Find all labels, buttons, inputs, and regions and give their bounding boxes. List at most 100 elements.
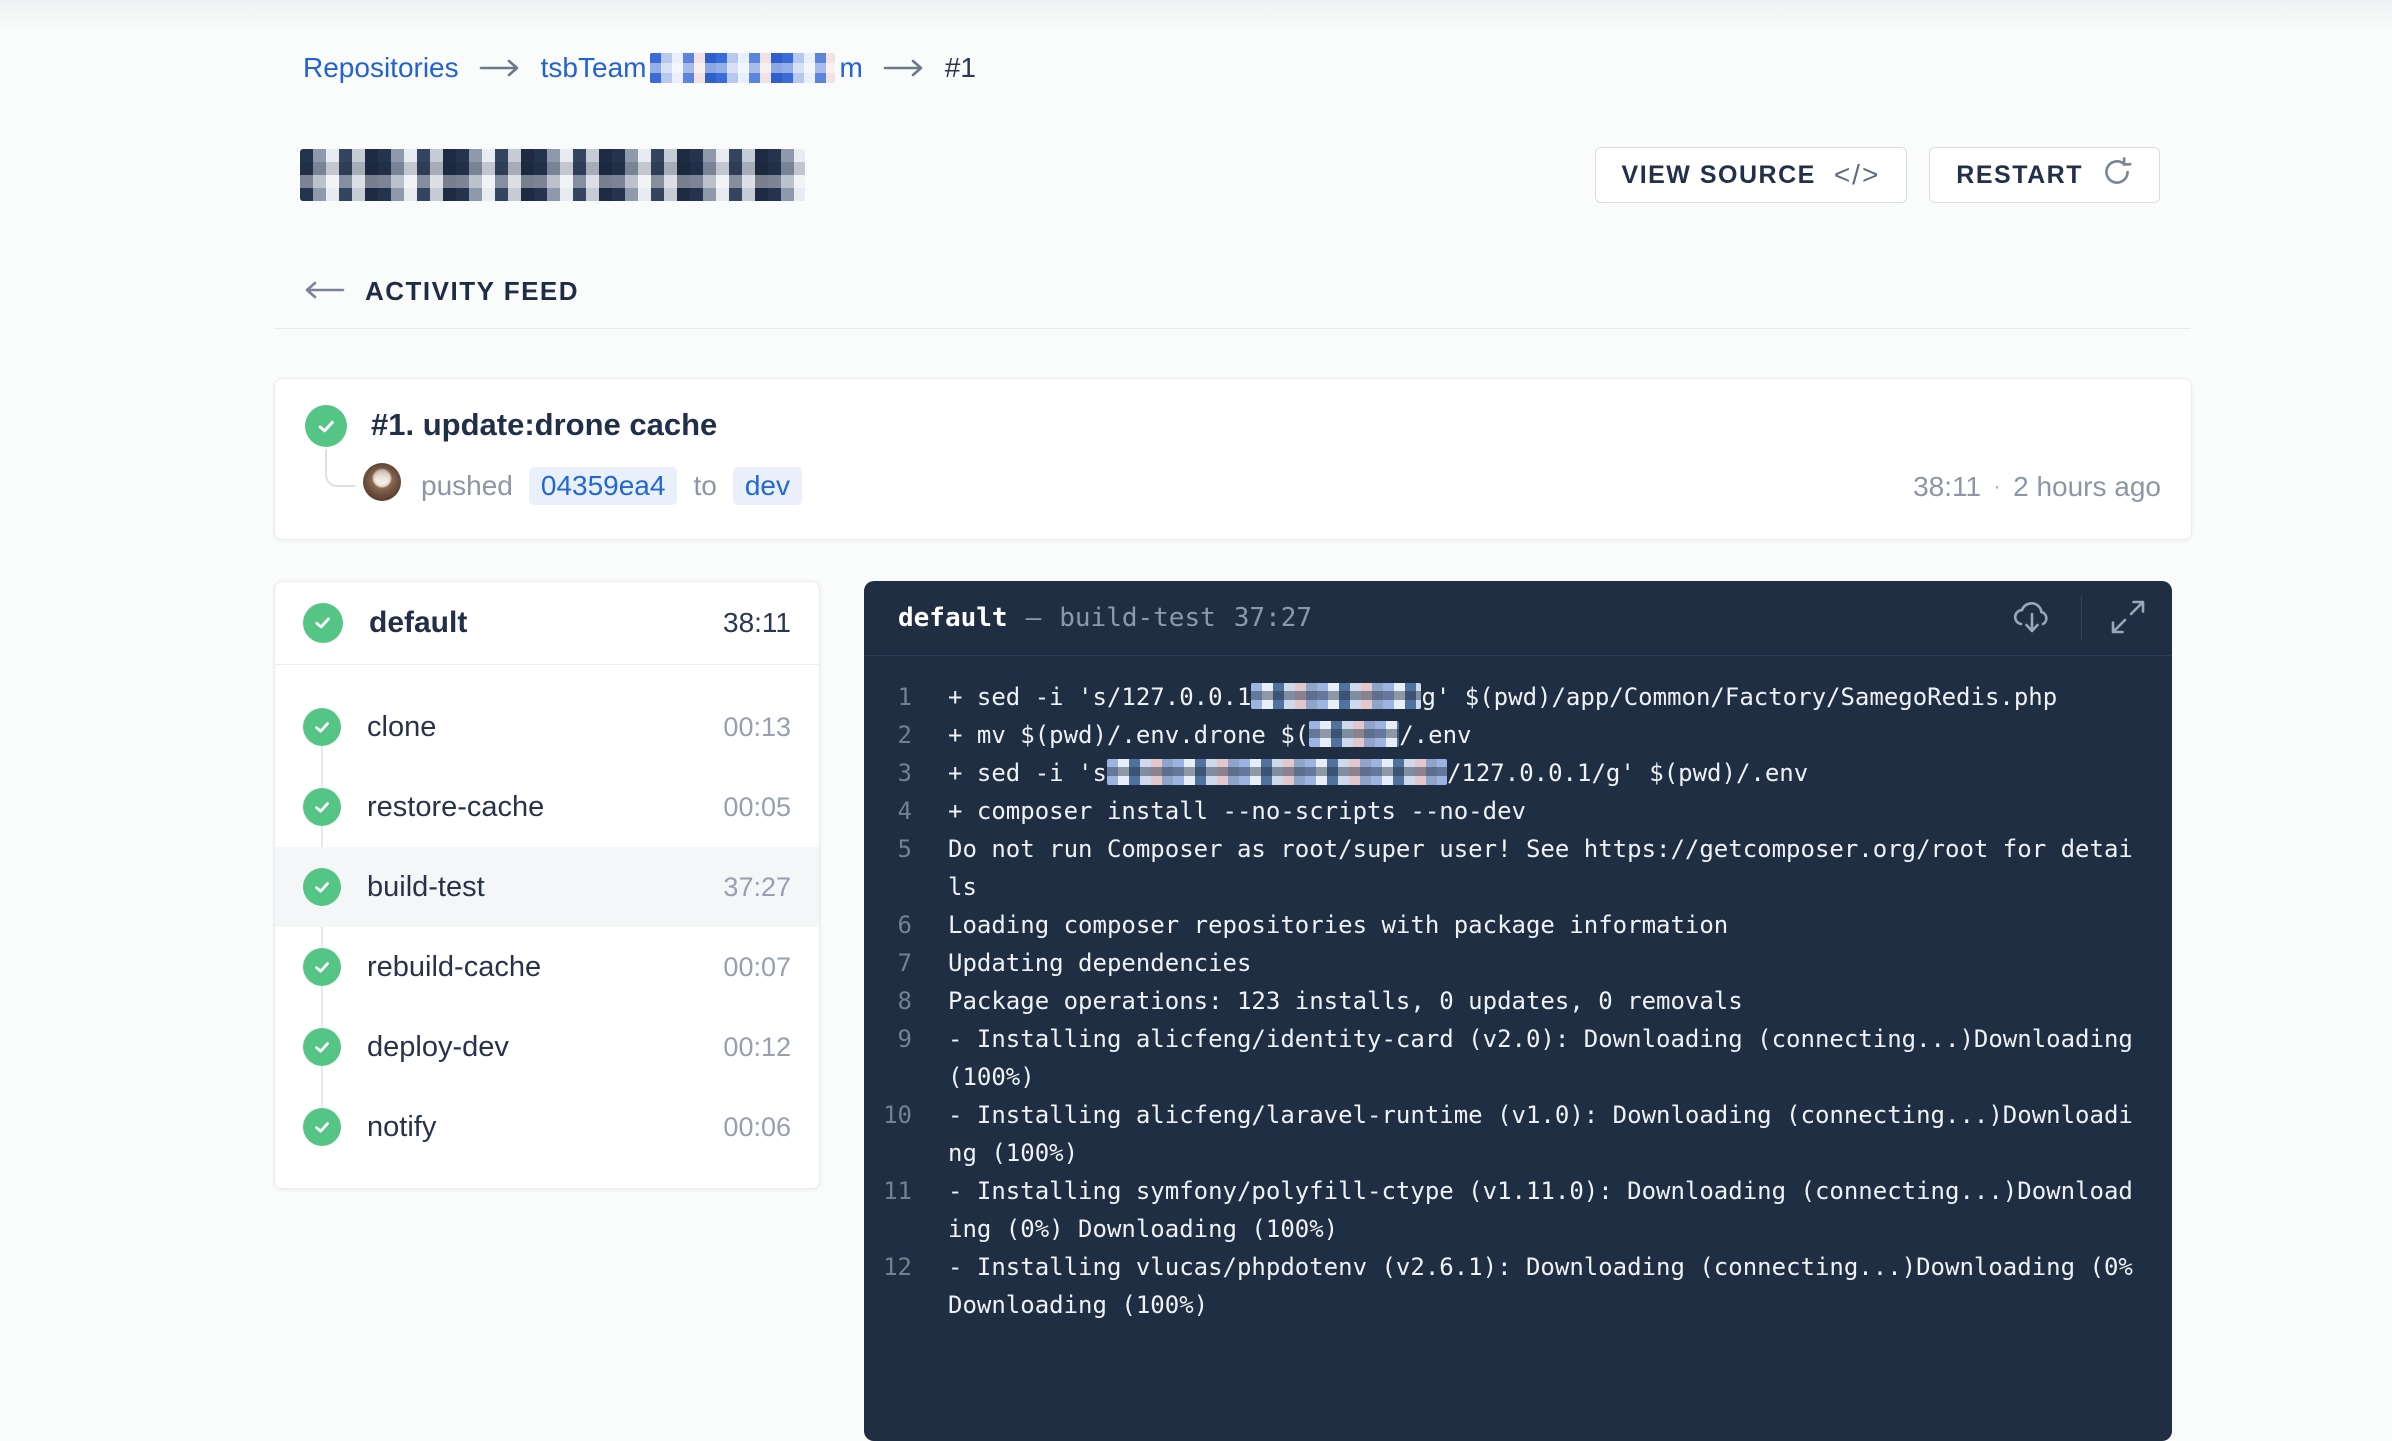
step-name: build-test [367,871,485,904]
cloud-download-icon [2011,597,2053,640]
view-source-button[interactable]: VIEW SOURCE </> [1595,147,1908,203]
log-line-number: 9 [872,1020,912,1096]
expand-console-button[interactable] [2110,599,2146,638]
log-line-number: 2 [872,716,912,754]
step-name: restore-cache [367,791,544,824]
icon-divider [2081,596,2083,640]
log-line: 7 Updating dependencies [872,944,2144,982]
log-line: 3 + sed -i 's/127.0.0.1/g' $(pwd)/.env [872,754,2144,792]
log-line-text: - Installing symfony/polyfill-ctype (v1.… [948,1172,2144,1248]
step-success-check-icon [303,1108,341,1146]
console-actions [2011,596,2147,640]
build-duration: 38:11 [1913,471,1981,503]
stage-success-check-icon [303,603,343,643]
log-line: 6 Loading composer repositories with pac… [872,906,2144,944]
step-name: deploy-dev [367,1031,509,1064]
log-line: 12 - Installing vlucas/phpdotenv (v2.6.1… [872,1248,2144,1324]
log-line-text: Package operations: 123 installs, 0 upda… [948,982,2144,1020]
log-line-number: 7 [872,944,912,982]
stage-steps: clone 00:13 restore-cache 00:05 build-te… [275,665,819,1167]
step-name: notify [367,1111,436,1144]
step-time: 00:06 [723,1112,791,1143]
console-separator: – [1026,603,1042,633]
log-line-text: Do not run Composer as root/super user! … [948,830,2144,906]
step-time: 00:13 [723,712,791,743]
restart-button[interactable]: RESTART [1929,147,2160,203]
arrow-right-icon [479,58,521,78]
console-panel: default – build-test 37:27 1 + sed -i 's… [864,581,2172,1441]
stage-step-build-test[interactable]: build-test 37:27 [275,847,819,927]
console-log: 1 + sed -i 's/127.0.0.1g' $(pwd)/app/Com… [864,656,2172,1344]
log-line-text: - Installing alicfeng/laravel-runtime (v… [948,1096,2144,1172]
console-step-time: 37:27 [1234,603,1312,633]
stage-step-notify[interactable]: notify 00:06 [275,1087,819,1167]
log-line-text: + sed -i 's/127.0.0.1g' $(pwd)/app/Commo… [948,678,2144,716]
arrow-left-icon [303,276,345,307]
stage-step-rebuild-cache[interactable]: rebuild-cache 00:07 [275,927,819,1007]
censored-log-text [1107,759,1447,785]
branch-link[interactable]: dev [733,467,802,505]
expand-icon [2110,599,2146,638]
console-step-name: build-test [1059,603,1216,633]
page-header: VIEW SOURCE </> RESTART [300,138,2160,212]
breadcrumb-build-number: #1 [945,52,976,84]
step-success-check-icon [303,788,341,826]
build-success-check-icon [305,405,347,447]
stage-step-clone[interactable]: clone 00:13 [275,687,819,767]
step-success-check-icon [303,708,341,746]
breadcrumb-repo-link[interactable]: tsbTeamm [541,52,863,84]
log-line-number: 3 [872,754,912,792]
log-line-text: Updating dependencies [948,944,2144,982]
push-info: pushed 04359ea4 to dev [421,467,802,505]
step-success-check-icon [303,1028,341,1066]
log-line-number: 5 [872,830,912,906]
activity-feed-link[interactable]: ACTIVITY FEED [303,276,579,307]
log-line-text: + sed -i 's/127.0.0.1/g' $(pwd)/.env [948,754,2144,792]
log-line-number: 6 [872,906,912,944]
log-line: 9 - Installing alicfeng/identity-card (v… [872,1020,2144,1096]
log-line-text: - Installing vlucas/phpdotenv (v2.6.1): … [948,1248,2144,1324]
step-time: 00:07 [723,952,791,983]
console-stage-name: default [898,603,1008,633]
page-title [300,149,805,201]
code-icon: </> [1834,159,1880,191]
build-card[interactable]: #1. update:drone cache pushed 04359ea4 t… [274,378,2192,540]
build-meta: 38:11 · 2 hours ago [1913,471,2161,503]
step-time: 00:12 [723,1032,791,1063]
step-name: clone [367,711,436,744]
stage-name: default [369,606,467,640]
step-success-check-icon [303,868,341,906]
log-line: 4 + composer install --no-scripts --no-d… [872,792,2144,830]
build-time-ago: 2 hours ago [2013,471,2161,503]
pushed-label: pushed [421,470,513,502]
view-source-label: VIEW SOURCE [1622,161,1816,190]
commit-link[interactable]: 04359ea4 [529,467,678,505]
to-label: to [693,470,716,502]
build-title: #1. update:drone cache [371,407,717,443]
avatar [363,463,401,501]
censored-repo-title [300,149,805,201]
log-line: 11 - Installing symfony/polyfill-ctype (… [872,1172,2144,1248]
log-line: 5 Do not run Composer as root/super user… [872,830,2144,906]
meta-separator: · [1993,473,2001,501]
divider [274,328,2190,329]
step-success-check-icon [303,948,341,986]
log-line-number: 1 [872,678,912,716]
download-log-button[interactable] [2011,597,2053,640]
stage-step-restore-cache[interactable]: restore-cache 00:05 [275,767,819,847]
breadcrumb-repositories-link[interactable]: Repositories [303,52,459,84]
censored-log-text [1251,683,1421,709]
stage-header-default[interactable]: default 38:11 [275,582,819,665]
top-fade [0,0,2392,30]
header-actions: VIEW SOURCE </> RESTART [1595,147,2160,203]
log-line: 2 + mv $(pwd)/.env.drone $(/.env [872,716,2144,754]
censored-repo-name [650,53,835,83]
stage-list: default 38:11 clone 00:13 restore-cache … [274,581,820,1189]
censored-log-text [1309,721,1399,747]
console-header: default – build-test 37:27 [864,581,2172,656]
stage-step-deploy-dev[interactable]: deploy-dev 00:12 [275,1007,819,1087]
log-line-text: - Installing alicfeng/identity-card (v2.… [948,1020,2144,1096]
restart-icon [2101,156,2133,195]
log-line-text: + composer install --no-scripts --no-dev [948,792,2144,830]
log-line: 8 Package operations: 123 installs, 0 up… [872,982,2144,1020]
